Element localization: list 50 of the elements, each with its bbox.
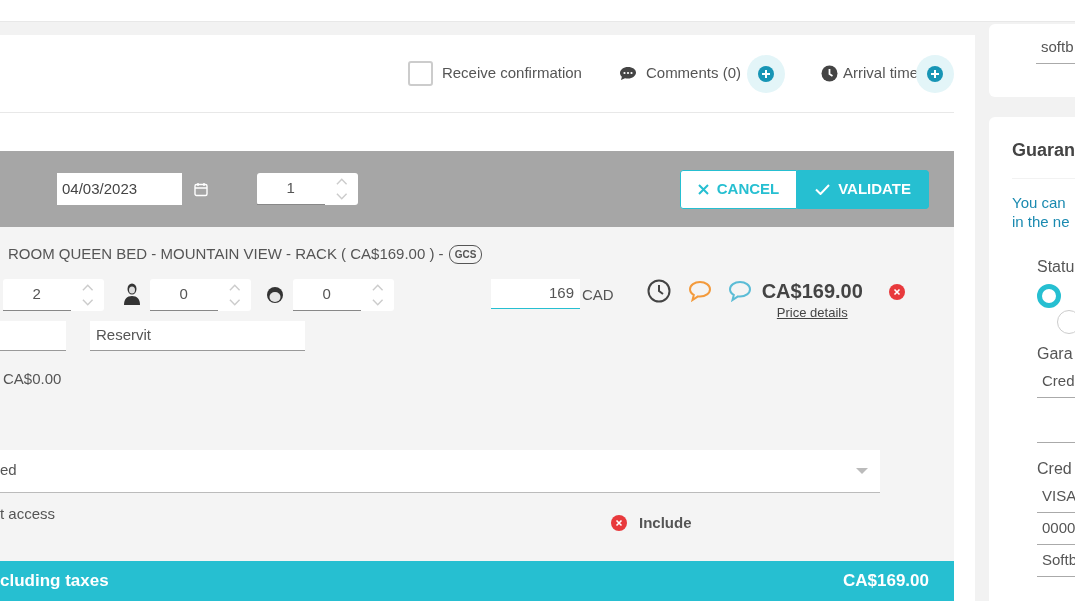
rate-tag: GCS	[448, 244, 483, 264]
chat-bubble-icon[interactable]	[727, 280, 752, 302]
room-rate-title: ROOM QUEEN BED - MOUNTAIN VIEW - RACK ( CA$169.00 ) -	[8, 243, 444, 264]
plus-icon	[758, 65, 774, 82]
chat-bubble-icon[interactable]	[687, 280, 712, 302]
field-label: Cred	[1037, 459, 1073, 479]
plus-icon	[927, 65, 943, 82]
dropdown-field[interactable]: Cred	[1037, 366, 1075, 398]
field-label: Gara	[1037, 344, 1074, 364]
section-title: Guaran	[1012, 139, 1075, 162]
check-icon	[815, 183, 831, 195]
dropdown-field[interactable]: ed	[0, 449, 880, 493]
price-details-link[interactable]: Price details	[776, 303, 848, 323]
info-text: You can	[1012, 193, 1067, 212]
clock-icon	[821, 65, 838, 82]
date-field[interactable]: 04/03/2023	[57, 173, 182, 205]
text-field[interactable]	[0, 321, 66, 351]
total-price: CA$169.00	[761, 279, 863, 303]
source-field[interactable]: Reservit	[90, 321, 305, 351]
remove-icon[interactable]	[611, 514, 628, 531]
option-label: t access	[0, 503, 56, 524]
text-field[interactable]: 0000	[1037, 513, 1075, 545]
person-icon	[124, 283, 140, 305]
text-field[interactable]: softb	[1036, 32, 1075, 64]
grand-total: CA$169.00	[843, 570, 929, 593]
arrival-time-label: Arrival time	[843, 63, 918, 84]
field-label: Statu	[1037, 257, 1075, 277]
checkbox-label[interactable]: Receive confirmation	[441, 62, 582, 85]
add-button[interactable]	[916, 54, 954, 93]
stepper-arrows-icon[interactable]	[227, 282, 241, 308]
radio-button[interactable]	[1057, 310, 1075, 334]
add-button[interactable]	[747, 54, 785, 93]
currency-label: CAD	[582, 285, 614, 305]
clock-icon[interactable]	[646, 279, 671, 303]
price-field[interactable]: 169	[491, 279, 580, 309]
remove-icon[interactable]	[888, 284, 905, 300]
comments-label: Comments (0)	[645, 63, 741, 84]
total-label: cluding taxes	[0, 570, 109, 593]
include-label: Include	[639, 512, 692, 533]
comment-icon	[618, 66, 637, 81]
stepper-arrows-icon[interactable]	[370, 282, 384, 308]
caret-icon	[856, 467, 868, 474]
stepper-arrows-icon[interactable]	[80, 282, 94, 308]
stepper-arrows-icon[interactable]	[334, 176, 348, 202]
checkbox[interactable]	[407, 61, 433, 86]
extra-amount: CA$0.00	[3, 369, 62, 389]
radio-button[interactable]	[1037, 284, 1061, 308]
calendar-icon[interactable]	[194, 181, 208, 197]
close-icon	[697, 183, 709, 195]
info-text: in the ne	[1012, 212, 1071, 231]
